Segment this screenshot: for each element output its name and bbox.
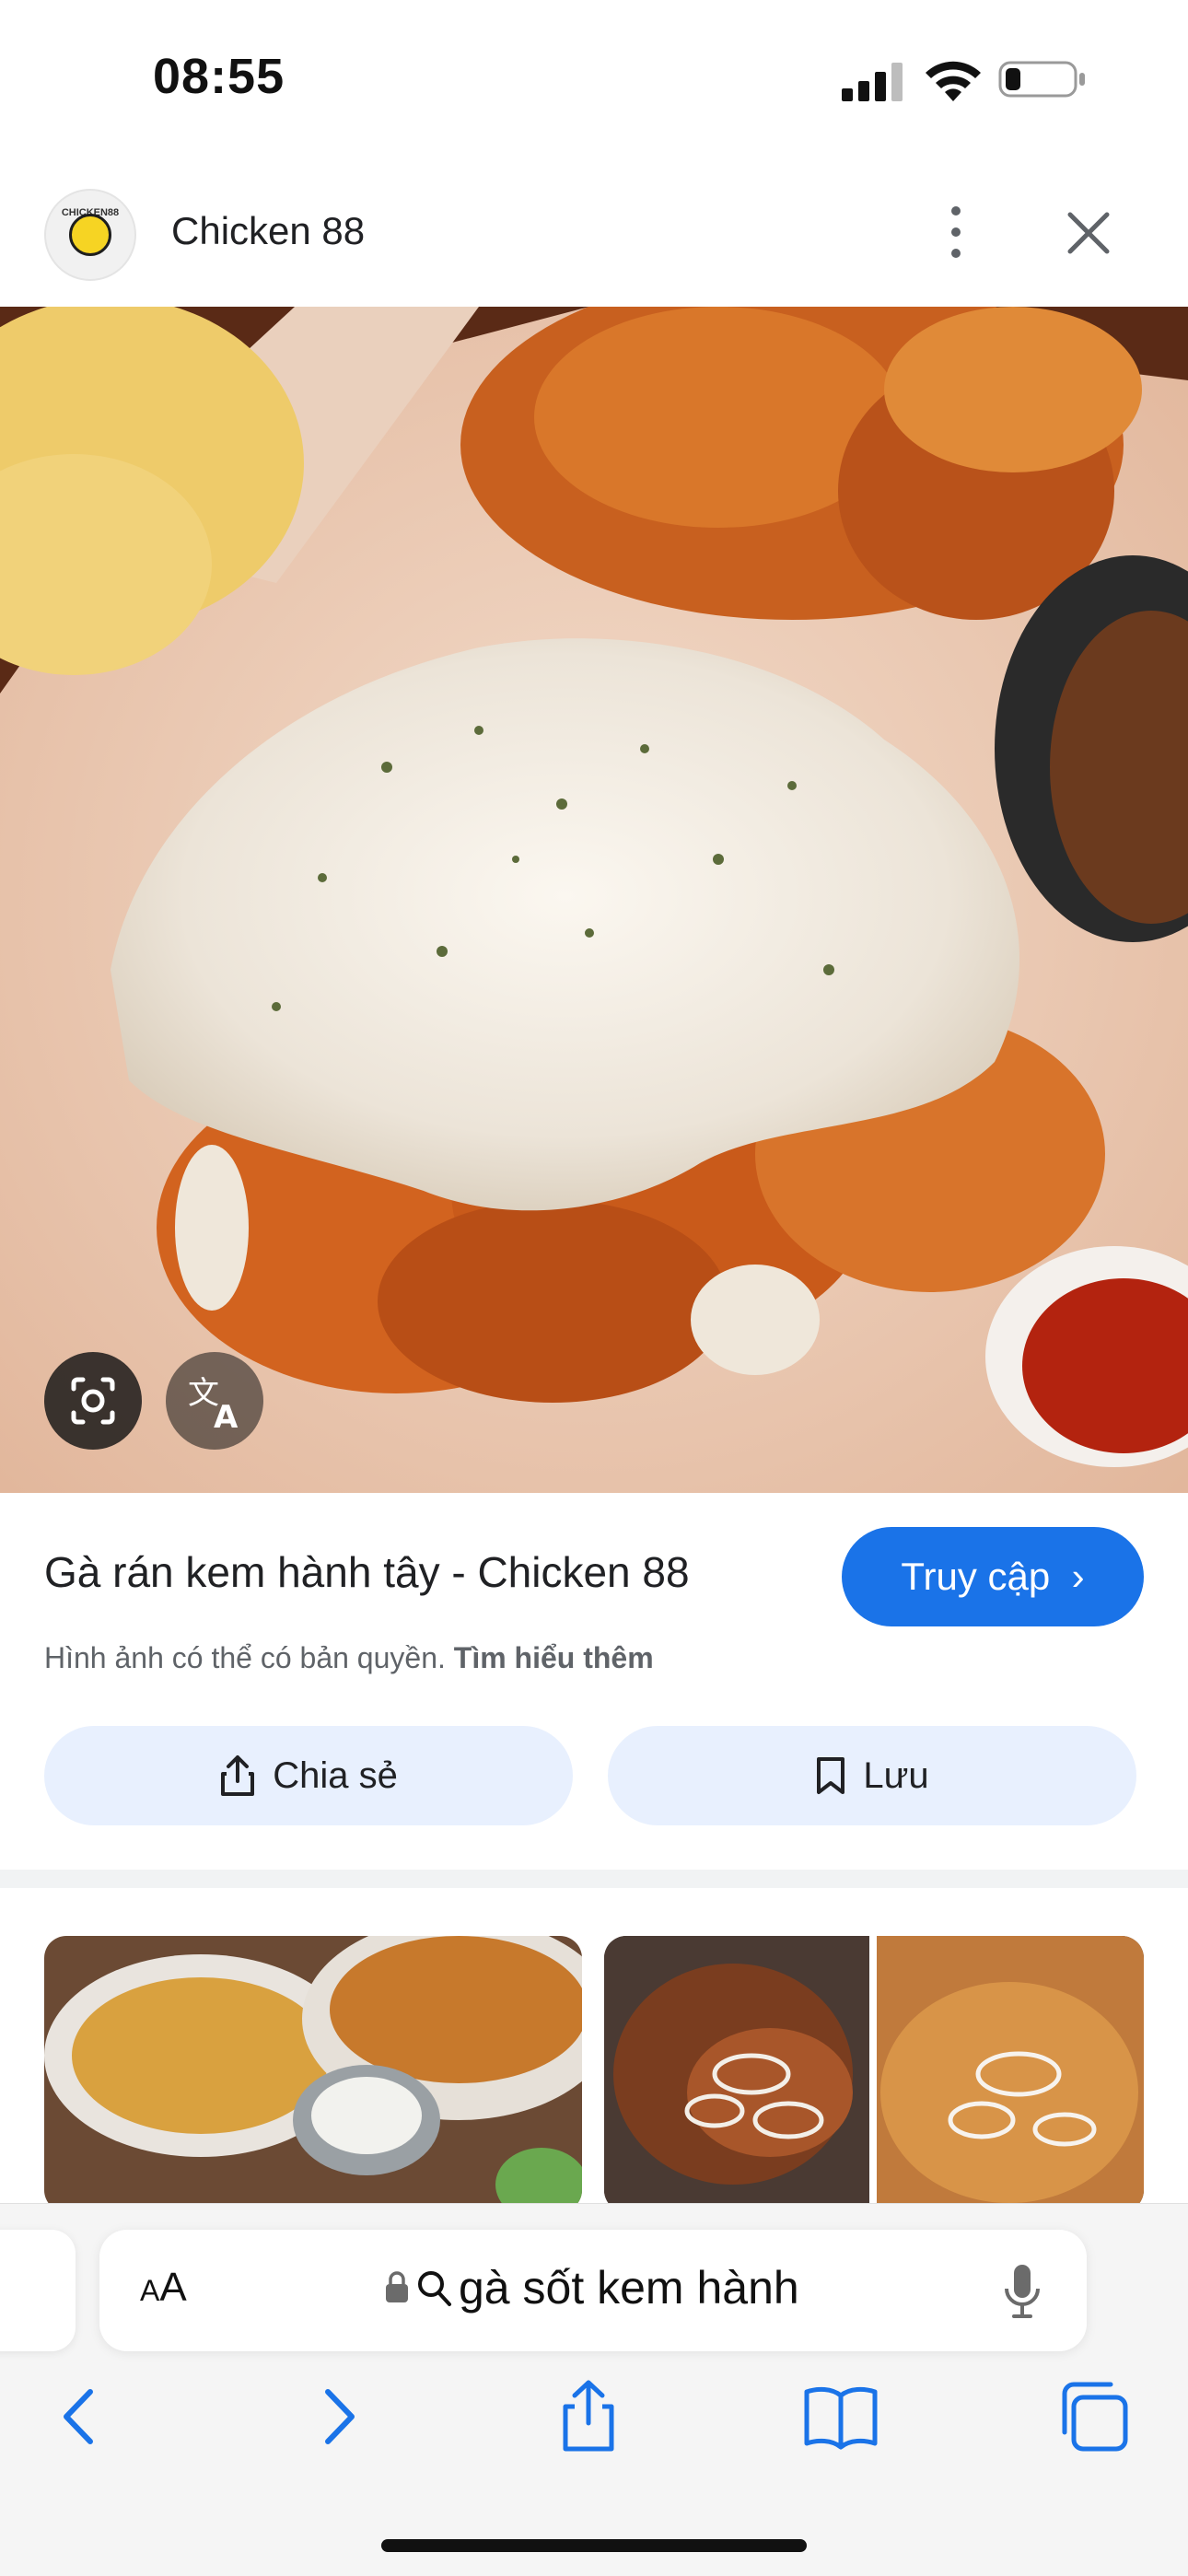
translate-button[interactable]: 文 A bbox=[166, 1352, 263, 1450]
svg-text:A: A bbox=[214, 1399, 239, 1436]
section-divider bbox=[0, 1870, 1188, 1888]
visit-label: Truy cập bbox=[901, 1555, 1051, 1598]
source-name[interactable]: Chicken 88 bbox=[171, 209, 365, 253]
share-label: Chia sẻ bbox=[273, 1754, 398, 1796]
safari-share-icon[interactable] bbox=[547, 2375, 630, 2458]
url-display[interactable]: gà sốt kem hành bbox=[383, 2261, 799, 2314]
microphone-icon[interactable] bbox=[1002, 2261, 1042, 2322]
copyright-text: Hình ảnh có thể có bản quyền. bbox=[44, 1641, 446, 1674]
save-label: Lưu bbox=[863, 1754, 929, 1796]
status-time: 08:55 bbox=[153, 49, 285, 104]
related-image-1[interactable] bbox=[44, 1936, 582, 2212]
back-icon[interactable] bbox=[39, 2375, 122, 2458]
tabs-icon[interactable] bbox=[1054, 2375, 1136, 2458]
address-bar[interactable]: AA gà sốt kem hành bbox=[99, 2230, 1087, 2351]
battery-icon bbox=[998, 61, 1085, 98]
bookmarks-book-icon[interactable] bbox=[799, 2375, 882, 2458]
wifi-icon bbox=[926, 61, 981, 101]
save-button[interactable]: Lưu bbox=[608, 1726, 1136, 1825]
aa-large: A bbox=[159, 2265, 187, 2310]
browser-toolbar: AA gà sốt kem hành bbox=[0, 2203, 1188, 2576]
bookmark-icon bbox=[817, 1757, 845, 1794]
lens-icon bbox=[71, 1377, 115, 1425]
favicon-logo bbox=[69, 214, 111, 256]
lens-button[interactable] bbox=[44, 1352, 142, 1450]
site-favicon[interactable]: CHICKEN88 bbox=[44, 189, 136, 281]
cellular-signal-icon bbox=[842, 63, 903, 101]
status-bar: 08:55 bbox=[0, 0, 1188, 157]
forward-icon[interactable] bbox=[297, 2375, 379, 2458]
related-photo-2 bbox=[604, 1936, 1144, 2212]
search-icon bbox=[418, 2271, 451, 2306]
reader-settings-button[interactable]: AA bbox=[140, 2265, 187, 2311]
share-button[interactable]: Chia sẻ bbox=[44, 1726, 573, 1825]
chevron-right-icon: › bbox=[1060, 1555, 1085, 1598]
aa-small: A bbox=[140, 2274, 160, 2307]
url-text: gà sốt kem hành bbox=[459, 2262, 799, 2314]
related-photo-1 bbox=[44, 1936, 582, 2212]
result-image[interactable] bbox=[0, 307, 1188, 1493]
more-options-icon[interactable] bbox=[938, 200, 974, 264]
food-photo bbox=[0, 307, 1188, 1493]
source-header: CHICKEN88 Chicken 88 bbox=[0, 180, 1188, 309]
home-indicator[interactable] bbox=[381, 2539, 807, 2552]
translate-icon: 文 A bbox=[188, 1375, 239, 1436]
learn-more-link[interactable]: Tìm hiểu thêm bbox=[454, 1641, 654, 1674]
related-image-2[interactable] bbox=[604, 1936, 1144, 2212]
lock-icon bbox=[386, 2271, 408, 2302]
previous-tab-preview[interactable] bbox=[0, 2230, 76, 2351]
close-icon[interactable] bbox=[1061, 205, 1116, 261]
visit-button[interactable]: Truy cập › bbox=[842, 1527, 1144, 1626]
share-icon bbox=[221, 1755, 255, 1796]
copyright-notice: Hình ảnh có thể có bản quyền. Tìm hiểu t… bbox=[44, 1641, 654, 1675]
result-title: Gà rán kem hành tây - Chicken 88 bbox=[44, 1548, 690, 1596]
